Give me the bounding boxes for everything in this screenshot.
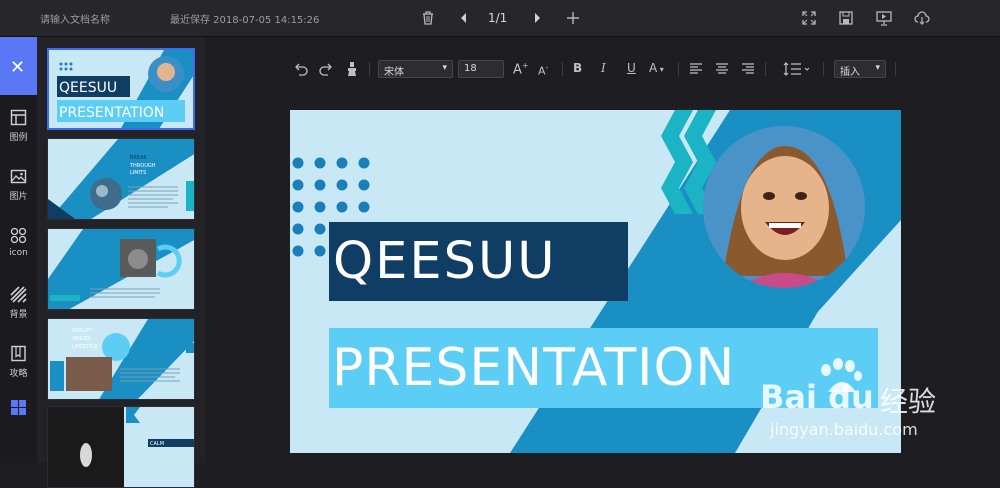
- page-indicator: 1/1: [488, 11, 508, 25]
- font-family-select[interactable]: 宋体 ▾: [378, 60, 453, 78]
- thumb2-text-1: BREAK: [130, 155, 147, 161]
- font-family-value: 宋体: [384, 67, 404, 78]
- nav-label: 图例: [9, 133, 28, 143]
- thumb2-text-3: LIMITS: [130, 170, 146, 176]
- last-saved-status: 最近保存 2018-07-05 14:15:26: [170, 15, 320, 26]
- fullscreen-icon[interactable]: [800, 9, 818, 27]
- thumb4-text-3: LIFESTYLE: [72, 344, 98, 350]
- undo-icon[interactable]: [293, 61, 309, 77]
- left-nav: ✕ 图例 图片 icon 背景 攻略: [0, 37, 37, 463]
- slide-thumbnail-5[interactable]: CALM: [47, 406, 195, 488]
- font-color-button[interactable]: A ▾: [649, 61, 664, 77]
- nav-label: icon: [9, 248, 28, 258]
- nav-item-layout[interactable]: 图例: [0, 103, 37, 153]
- slide-canvas[interactable]: QEESUU PRESENTATION: [290, 110, 901, 453]
- align-left-icon[interactable]: [688, 61, 704, 77]
- increase-font-label: A: [513, 62, 522, 78]
- slide-title-line-2[interactable]: PRESENTATION: [332, 328, 735, 408]
- toolbar-divider: [765, 62, 766, 76]
- document-name-input[interactable]: 请输入文档名称: [40, 11, 110, 26]
- nav-label: 攻略: [9, 369, 28, 379]
- cloud-download-icon[interactable]: [913, 9, 931, 27]
- toolbar-divider: [678, 62, 679, 76]
- toolbar-divider: [823, 62, 824, 76]
- nav-item-guide[interactable]: 攻略: [0, 339, 37, 389]
- align-center-icon[interactable]: [714, 61, 730, 77]
- editor-canvas: QEESUU PRESENTATION: [205, 100, 1000, 463]
- trash-icon[interactable]: [419, 9, 437, 27]
- underline-button[interactable]: U: [627, 61, 636, 77]
- font-color-label: A: [649, 61, 658, 75]
- nav-label: 背景: [9, 310, 28, 320]
- redo-icon[interactable]: [318, 61, 334, 77]
- format-painter-icon[interactable]: [344, 61, 360, 77]
- thumb2-text-2: THROUGH: [129, 163, 156, 169]
- chevron-down-icon: ▾: [442, 63, 447, 73]
- toolbar-divider: [895, 62, 896, 76]
- background-icon: [10, 286, 27, 303]
- nav-item-image[interactable]: 图片: [0, 162, 37, 212]
- thumb-title-2: PRESENTATION: [59, 105, 164, 121]
- align-right-icon[interactable]: [740, 61, 756, 77]
- nav-item-background[interactable]: 背景: [0, 280, 37, 330]
- nav-label: 图片: [9, 192, 28, 202]
- increase-font-button[interactable]: A+: [513, 61, 529, 77]
- italic-button[interactable]: I: [601, 61, 606, 77]
- thumb4-text-1: REALITY: [72, 328, 93, 334]
- close-icon: ✕: [10, 57, 26, 78]
- font-size-value: 18: [464, 63, 477, 74]
- layout-icon: [10, 109, 27, 126]
- save-icon[interactable]: [837, 9, 855, 27]
- insert-label: 插入: [840, 67, 860, 78]
- guide-icon: [11, 345, 26, 362]
- thumb4-text-2: SMILES: [72, 336, 90, 342]
- insert-dropdown[interactable]: 插入 ▾: [834, 60, 886, 78]
- add-page-icon[interactable]: [564, 9, 582, 27]
- image-icon: [10, 169, 27, 184]
- nav-item-icons[interactable]: icon: [0, 221, 37, 271]
- thumb5-text-1: CALM: [150, 441, 164, 447]
- prev-page-icon[interactable]: [455, 9, 473, 27]
- slide-thumbnail-3[interactable]: [47, 228, 195, 310]
- bold-button[interactable]: B: [573, 61, 582, 77]
- grid-icon: [11, 400, 26, 415]
- line-spacing-icon[interactable]: [783, 61, 811, 77]
- slide-title-line-1[interactable]: QEESUU: [333, 222, 557, 301]
- font-size-input[interactable]: 18: [458, 60, 504, 78]
- thumb-title-1: QEESUU: [59, 80, 117, 96]
- next-page-icon[interactable]: [528, 9, 546, 27]
- slide-thumbnail-4[interactable]: REALITY SMILES LIFESTYLE: [47, 318, 195, 400]
- icons-icon: [10, 227, 27, 244]
- slide-thumbnail-1[interactable]: QEESUU PRESENTATION: [47, 48, 195, 130]
- decrease-font-label: A: [538, 64, 546, 78]
- decrease-font-button[interactable]: A-: [538, 63, 548, 79]
- present-icon[interactable]: [875, 9, 893, 27]
- toolbar-divider: [562, 62, 563, 76]
- nav-item-templates[interactable]: [0, 393, 37, 443]
- slide-thumbnails-panel: QEESUU PRESENTATION BREAK THROUGH LIMITS: [37, 37, 205, 488]
- top-bar: 请输入文档名称 最近保存 2018-07-05 14:15:26 1/1: [0, 0, 1000, 37]
- child-photo[interactable]: [703, 126, 865, 288]
- close-panel-button[interactable]: ✕: [0, 37, 37, 95]
- toolbar-divider: [369, 62, 370, 76]
- chevron-down-icon: ▾: [875, 63, 880, 73]
- format-toolbar: 宋体 ▾ 18 A+ A- B I U A ▾ 插入 ▾: [205, 37, 1000, 100]
- slide-thumbnail-2[interactable]: BREAK THROUGH LIMITS: [47, 138, 195, 220]
